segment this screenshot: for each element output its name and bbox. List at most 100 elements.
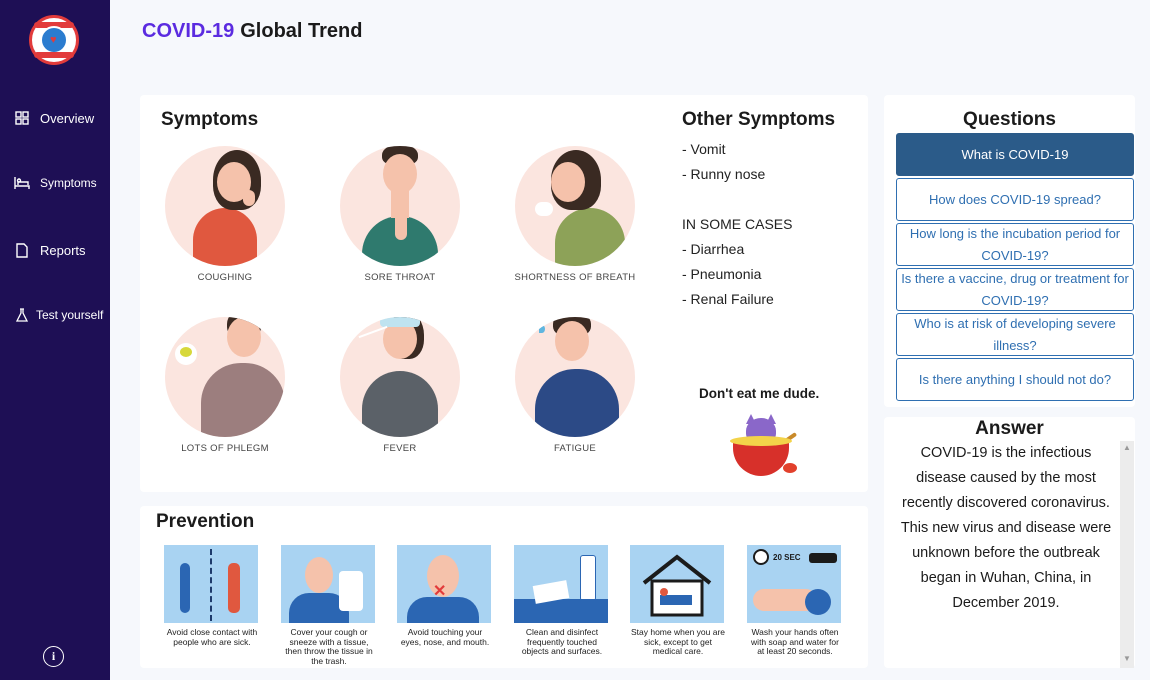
no-touch-face-illustration: ✕ [397,545,491,623]
page-title: COVID-19 Global Trend [142,20,363,43]
sidebar-item-label: Test yourself [36,308,104,322]
logo-band-bottom [34,52,74,58]
other-symptom-line: - Vomit [682,141,726,157]
person-body [193,208,257,266]
person-body [555,208,625,266]
symptom-sore-throat: SORE THROAT [315,136,475,296]
bed-icon [14,175,30,191]
timer-label: 20 SEC [773,553,801,562]
page-title-accent: COVID-19 [142,20,235,42]
heart-icon: ♥ [50,34,57,46]
symptom-label: COUGHING [197,272,253,283]
symptom-label: FATIGUE [553,443,597,454]
sidebar-item-reports[interactable]: Reports [0,235,110,265]
stay-home-logo[interactable]: ♥ [29,15,79,65]
prevention-title: Prevention [156,511,255,532]
question-button[interactable]: Is there a vaccine, drug or treatment fo… [896,268,1134,311]
stay-home-illustration [630,545,724,623]
fever-illustration [340,317,460,437]
symptom-fatigue: FATIGUE [490,307,650,467]
scroll-down-icon[interactable]: ▼ [1120,654,1134,666]
questions-title: Questions [963,109,1056,130]
sidebar-item-test-yourself[interactable]: Test yourself [0,300,110,330]
house-icon [642,554,712,617]
prevention-item: ✕ Avoid touching your eyes, nose, and mo… [397,545,493,647]
phlegm-icon [180,347,192,357]
flask-icon [14,307,30,323]
hand-icon [395,210,407,240]
cross-icon: ✕ [433,583,447,600]
phlegm-illustration [165,317,285,437]
person-head [383,154,417,194]
info-icon[interactable]: i [43,646,64,667]
tissue-icon [339,571,363,611]
sweat-drop-icon [539,325,545,333]
symptom-label: SORE THROAT [364,272,436,283]
document-icon [14,242,30,258]
answer-scrollbar[interactable] [1120,441,1134,668]
symptom-lots-of-phlegm: LOTS OF PHLEGM [140,307,300,467]
page-title-rest: Global Trend [240,20,363,42]
sidebar-item-label: Reports [40,242,86,258]
prevention-item: Cover your cough or sneeze with a tissue… [281,545,377,666]
sore-throat-illustration [340,146,460,266]
sidebar-item-label: Symptoms [40,176,97,190]
person-head [555,321,589,361]
sidebar: ♥ Overview Symptoms Reports Test yoursel… [0,0,110,680]
sidebar-item-symptoms[interactable]: Symptoms [0,168,110,198]
hand-icon [243,190,255,206]
divider-line [210,549,212,621]
prevention-item: Avoid close contact with people who are … [164,545,260,647]
question-button[interactable]: Who is at risk of developing severe illn… [896,313,1134,356]
sidebar-item-overview[interactable]: Overview [0,103,110,133]
person-body [201,363,285,437]
person-sick-icon [228,563,240,613]
prevention-item: Clean and disinfect frequently touched o… [514,545,610,657]
other-symptom-line: - Runny nose [682,166,766,182]
other-symptom-heading: IN SOME CASES [682,216,793,232]
scroll-up-icon[interactable]: ▲ [1120,443,1134,455]
soap-bubbles-icon [805,589,831,615]
prevention-caption: Cover your cough or sneeze with a tissue… [285,627,373,666]
coughing-illustration [165,146,285,266]
soup-bowl-rim [730,436,792,446]
mascot-caption: Don't eat me dude. [699,386,820,401]
symptom-label: LOTS OF PHLEGM [181,443,269,454]
person-head [551,162,585,202]
sidebar-item-label: Overview [40,110,95,126]
question-button[interactable]: How does COVID-19 spread? [896,178,1134,221]
chili-pepper-icon [783,463,797,473]
shortness-of-breath-illustration [515,146,635,266]
prevention-caption: Clean and disinfect frequently touched o… [521,627,603,656]
prevention-caption: Avoid touching your eyes, nose, and mout… [400,627,490,647]
prevention-item: 20 SEC Wash your hands often with soap a… [747,545,843,657]
prevention-caption: Wash your hands often with soap and wate… [751,627,839,656]
symptom-label: FEVER [383,443,417,454]
answer-title: Answer [975,418,1044,439]
distance-illustration [164,545,258,623]
tissue-icon [535,202,553,216]
person-body [535,369,619,437]
symptom-fever: FEVER [315,307,475,467]
symptom-coughing: COUGHING [140,136,300,296]
cover-cough-illustration [281,545,375,623]
disinfect-illustration [514,545,608,623]
answer-text: COVID-19 is the infectious disease cause… [900,445,1112,611]
person-body [362,371,438,437]
other-symptom-line: - Renal Failure [682,291,774,307]
person-head [305,557,333,593]
faucet-icon [809,553,837,563]
other-symptom-line: - Pneumonia [682,266,762,282]
grid-icon [14,110,30,126]
question-button[interactable]: What is COVID-19 [896,133,1134,176]
wash-hands-illustration: 20 SEC [747,545,841,623]
fatigue-illustration [515,317,635,437]
prevention-caption: Avoid close contact with people who are … [166,627,258,647]
other-symptom-line: - Diarrhea [682,241,745,257]
surface-icon [514,599,608,623]
question-button[interactable]: Is there anything I should not do? [896,358,1134,401]
other-symptoms-title: Other Symptoms [682,109,836,130]
prevention-caption: Stay home when you are sick, except to g… [630,627,726,656]
person-blue-icon [180,563,190,613]
question-button[interactable]: How long is the incubation period for CO… [896,223,1134,266]
